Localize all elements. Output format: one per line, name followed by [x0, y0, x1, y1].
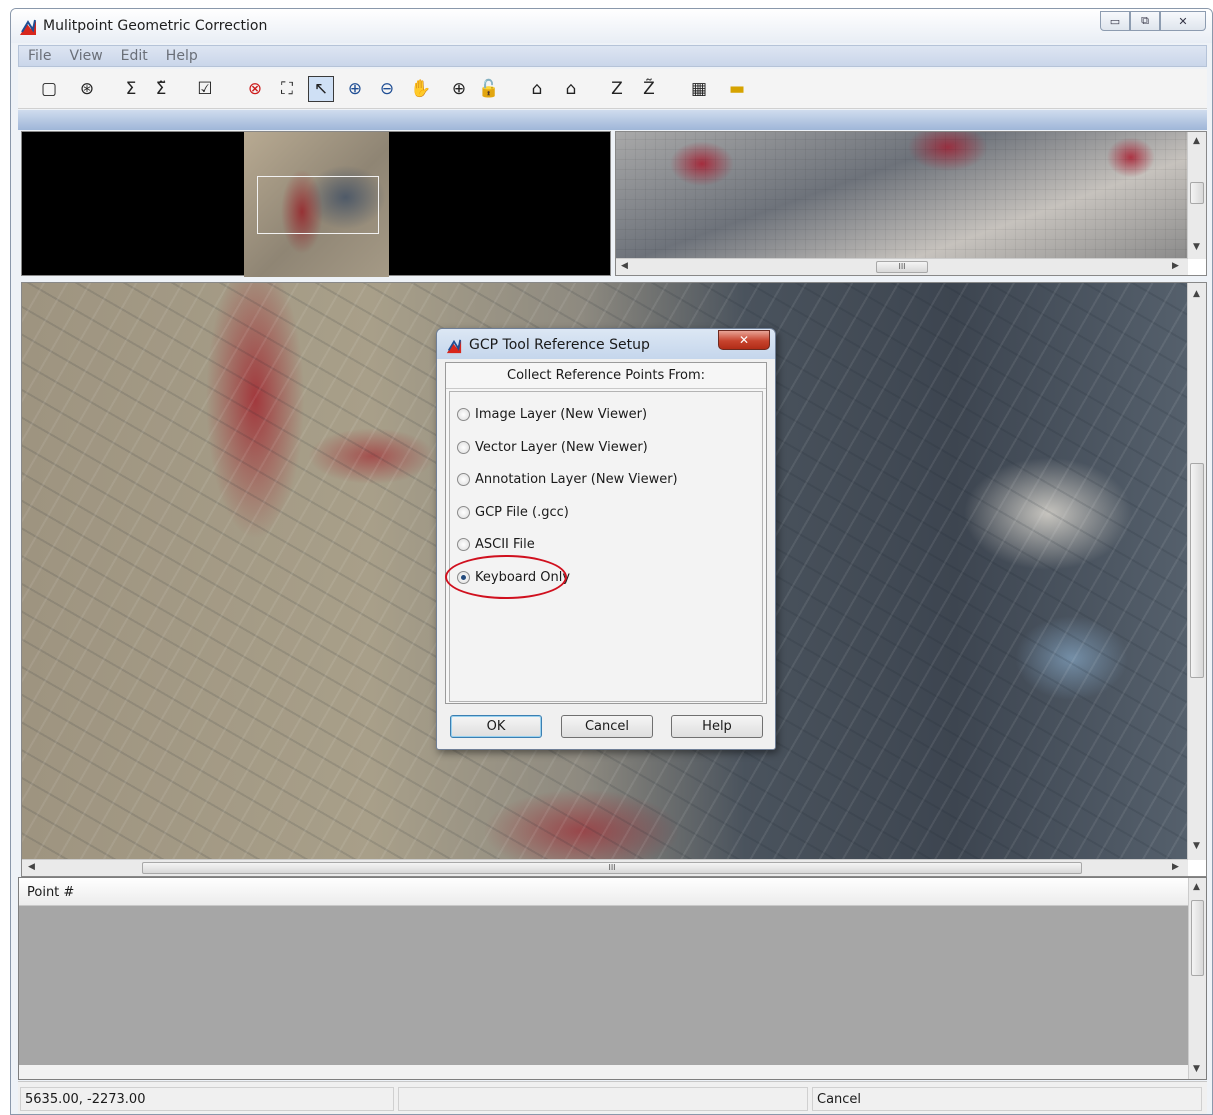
- check-icon[interactable]: ☑: [192, 76, 218, 102]
- scroll-up-icon[interactable]: ▲: [1193, 136, 1200, 146]
- app-icon: [446, 339, 462, 354]
- overview-viewer[interactable]: [21, 131, 611, 277]
- scroll-down-icon[interactable]: ▼: [1193, 841, 1200, 851]
- main-hscroll-thumb[interactable]: III: [142, 862, 1082, 874]
- magnifier-viewer[interactable]: ▲ ▼ ◀ III ▶: [615, 131, 1207, 276]
- link-box[interactable]: [257, 176, 379, 234]
- option-label: ASCII File: [475, 537, 535, 552]
- scroll-left-icon[interactable]: ◀: [28, 862, 35, 872]
- reset-icon[interactable]: ⊗: [242, 76, 268, 102]
- pan-hand-icon[interactable]: ✋: [408, 76, 434, 102]
- magnifier-image: [616, 132, 1188, 259]
- option-label: Vector Layer (New Viewer): [475, 440, 648, 455]
- radio-ascii-file[interactable]: [457, 538, 470, 551]
- dialog-title-bar[interactable]: GCP Tool Reference Setup ✕: [437, 329, 775, 359]
- create-gcp-icon[interactable]: ⊕: [446, 76, 472, 102]
- status-bar: 5635.00, -2273.00 Cancel: [18, 1081, 1207, 1114]
- table-view-icon[interactable]: ▢: [36, 76, 62, 102]
- option-label: Image Layer (New Viewer): [475, 407, 648, 422]
- minimize-button[interactable]: ▭: [1100, 11, 1130, 31]
- sigma-refresh-icon[interactable]: Σ̃: [148, 76, 174, 102]
- binoculars-icon[interactable]: ⌂: [524, 76, 550, 102]
- magnifier-horizontal-scrollbar[interactable]: ◀ III ▶: [616, 258, 1188, 275]
- window-title: Mulitpoint Geometric Correction: [43, 18, 268, 34]
- cancel-button[interactable]: Cancel: [561, 715, 653, 738]
- cell-array-footer: [19, 1065, 1190, 1079]
- layout-icon[interactable]: ▦: [686, 76, 712, 102]
- fit-extent-icon[interactable]: ⛶: [274, 76, 300, 102]
- scroll-down-icon[interactable]: ▼: [1193, 242, 1200, 252]
- radio-vector-layer[interactable]: [457, 441, 470, 454]
- radio-annotation-layer[interactable]: [457, 473, 470, 486]
- scroll-up-icon[interactable]: ▲: [1193, 882, 1200, 892]
- cell-array-vscroll-thumb[interactable]: [1191, 900, 1204, 976]
- gcp-cell-array[interactable]: Point # ▲ ▼: [18, 877, 1207, 1080]
- radio-gcp-file[interactable]: [457, 506, 470, 519]
- option-annotation-layer[interactable]: Annotation Layer (New Viewer): [457, 472, 678, 487]
- radio-image-layer[interactable]: [457, 408, 470, 421]
- app-icon: [20, 19, 36, 35]
- sigma-icon[interactable]: Σ: [118, 76, 144, 102]
- dialog-title: GCP Tool Reference Setup: [469, 337, 650, 353]
- magnifier-vscroll-thumb[interactable]: [1190, 182, 1204, 204]
- help-button[interactable]: Help: [671, 715, 763, 738]
- dialog-panel: Collect Reference Points From: Image Lay…: [445, 362, 767, 704]
- option-label: GCP File (.gcc): [475, 505, 569, 520]
- magnifier-hscroll-thumb[interactable]: III: [876, 261, 928, 273]
- highlight-annotation: [445, 555, 567, 599]
- maximize-button[interactable]: ⧉: [1130, 11, 1160, 31]
- menu-help[interactable]: Help: [157, 48, 207, 64]
- z-value-icon[interactable]: Z: [604, 76, 630, 102]
- gcp-reference-setup-dialog: GCP Tool Reference Setup ✕ Collect Refer…: [436, 328, 776, 750]
- cell-array-vertical-scrollbar[interactable]: ▲ ▼: [1188, 878, 1206, 1079]
- option-image-layer[interactable]: Image Layer (New Viewer): [457, 407, 647, 422]
- cell-array-header: Point #: [19, 878, 1190, 906]
- magnifier-vertical-scrollbar[interactable]: ▲ ▼: [1187, 132, 1206, 259]
- scroll-left-icon[interactable]: ◀: [621, 261, 628, 271]
- option-vector-layer[interactable]: Vector Layer (New Viewer): [457, 440, 648, 455]
- main-horizontal-scrollbar[interactable]: ◀ III ▶: [22, 859, 1188, 876]
- status-coordinates: 5635.00, -2273.00: [20, 1087, 394, 1111]
- zoom-in-icon[interactable]: ⊕: [342, 76, 368, 102]
- dialog-heading: Collect Reference Points From:: [446, 363, 766, 389]
- main-vscroll-thumb[interactable]: [1190, 463, 1204, 678]
- select-arrow-icon[interactable]: ↖: [308, 76, 334, 102]
- ok-button[interactable]: OK: [450, 715, 542, 738]
- close-window-button[interactable]: ✕: [1160, 11, 1206, 31]
- scroll-down-icon[interactable]: ▼: [1193, 1064, 1200, 1074]
- model-properties-icon[interactable]: ⊛: [74, 76, 100, 102]
- binoculars-add-icon[interactable]: ⌂: [558, 76, 584, 102]
- toolbar: ▢ ⊛ Σ Σ̃ ☑ ⊗ ⛶ ↖ ⊕ ⊖ ✋ ⊕ 🔓 ⌂ ⌂ Z Z̃ ▦ ▬: [18, 69, 1207, 109]
- title-bar[interactable]: Mulitpoint Geometric Correction ▭ ⧉ ✕: [11, 9, 1212, 43]
- zoom-out-icon[interactable]: ⊖: [374, 76, 400, 102]
- status-message: Cancel: [812, 1087, 1202, 1111]
- menu-bar: File View Edit Help: [18, 45, 1207, 67]
- scroll-right-icon[interactable]: ▶: [1172, 862, 1179, 872]
- z-refresh-icon[interactable]: Z̃: [636, 76, 662, 102]
- status-middle: [398, 1087, 808, 1111]
- lock-icon[interactable]: 🔓: [476, 76, 502, 102]
- reference-source-options: Image Layer (New Viewer) Vector Layer (N…: [449, 391, 763, 702]
- menu-edit[interactable]: Edit: [112, 48, 157, 64]
- menu-file[interactable]: File: [19, 48, 60, 64]
- viewer-header-band: [18, 110, 1207, 130]
- main-vertical-scrollbar[interactable]: ▲ ▼: [1187, 283, 1206, 860]
- option-label: Annotation Layer (New Viewer): [475, 472, 678, 487]
- option-ascii-file[interactable]: ASCII File: [457, 537, 535, 552]
- column-header-point[interactable]: Point #: [27, 885, 74, 900]
- menu-view[interactable]: View: [60, 48, 111, 64]
- scroll-right-icon[interactable]: ▶: [1172, 261, 1179, 271]
- scroll-up-icon[interactable]: ▲: [1193, 289, 1200, 299]
- ruler-icon[interactable]: ▬: [724, 76, 750, 102]
- option-gcp-file[interactable]: GCP File (.gcc): [457, 505, 569, 520]
- dialog-close-button[interactable]: ✕: [718, 330, 770, 350]
